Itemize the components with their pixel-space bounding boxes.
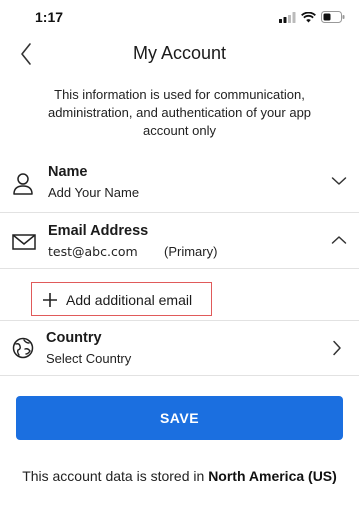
divider — [0, 375, 359, 376]
name-value: Add Your Name — [48, 185, 140, 200]
data-location-prefix: This account data is stored in — [22, 468, 205, 484]
email-label: Email Address — [48, 223, 149, 239]
add-email-button[interactable]: Add additional email — [31, 282, 212, 316]
battery-icon — [321, 11, 345, 23]
description-text: This information is used for communicati… — [47, 87, 312, 138]
country-row[interactable]: Country Select Country — [0, 321, 359, 375]
add-email-label: Add additional email — [66, 292, 193, 308]
chevron-up-icon — [331, 236, 347, 244]
email-value: test@abc.com — [48, 244, 138, 259]
page-title: My Account — [132, 43, 227, 63]
name-label: Name — [48, 164, 88, 180]
signal-icon — [279, 11, 296, 23]
save-button[interactable]: SAVE — [16, 396, 343, 440]
plus-icon — [43, 293, 57, 307]
email-primary-tag: (Primary) — [164, 244, 218, 259]
country-value: Select Country — [46, 351, 132, 366]
divider — [0, 268, 359, 269]
chevron-down-icon — [331, 177, 347, 185]
person-icon — [13, 173, 33, 195]
name-row[interactable]: Name Add Your Name — [0, 156, 359, 212]
email-row[interactable]: Email Address test@abc.com (Primary) — [0, 213, 359, 269]
status-time: 1:17 — [35, 9, 64, 25]
chevron-right-icon — [333, 340, 341, 356]
data-location-note: This account data is stored in North Ame… — [0, 468, 359, 484]
status-icons — [279, 11, 345, 23]
envelope-icon — [12, 234, 36, 250]
status-bar: 1:17 — [0, 0, 359, 32]
data-location-region: North America (US) — [208, 468, 337, 484]
globe-icon — [12, 337, 34, 359]
wifi-icon — [301, 11, 316, 22]
header: My Account — [0, 32, 359, 76]
country-label: Country — [46, 330, 102, 346]
